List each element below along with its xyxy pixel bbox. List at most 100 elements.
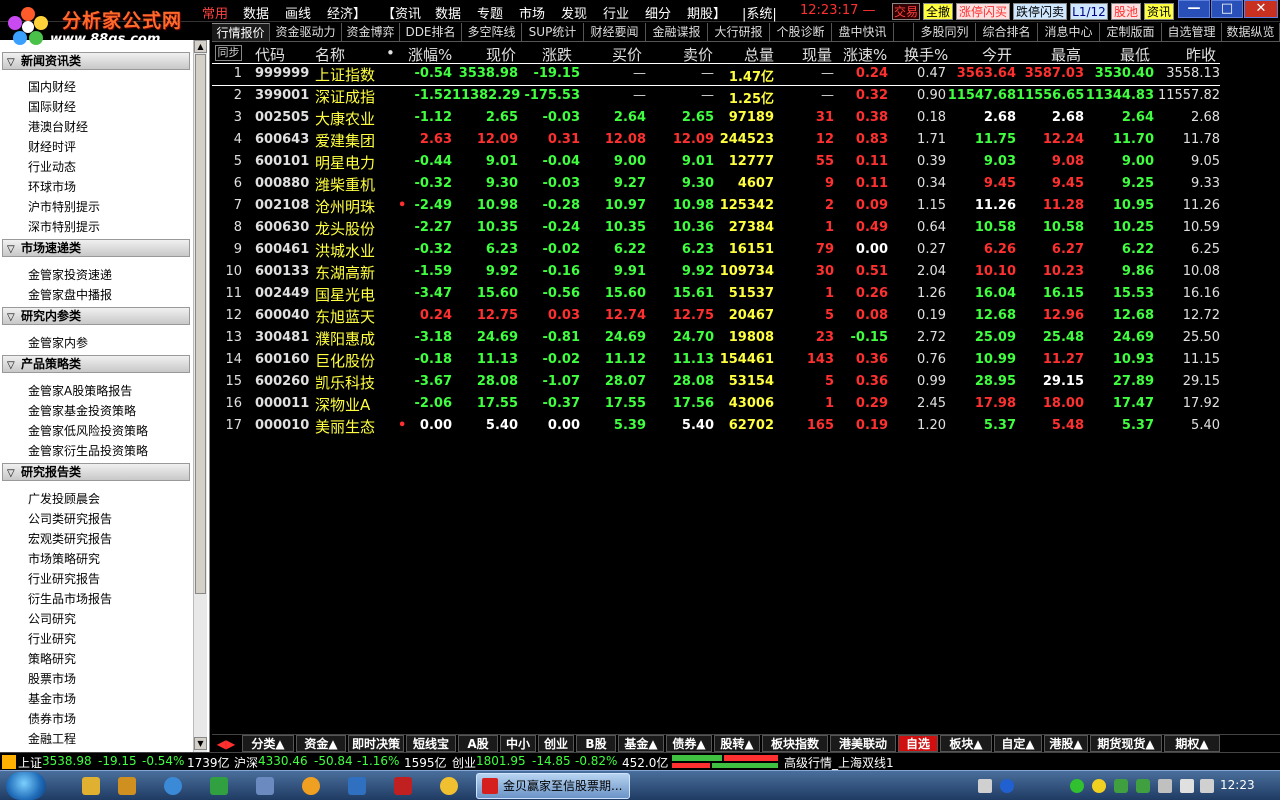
cell-chg-pct[interactable]: 0.00 <box>408 418 452 433</box>
cell-chg[interactable]: 0.00 <box>518 418 580 433</box>
tab-broker-research[interactable]: 大行研报 <box>708 23 770 41</box>
cell-speed[interactable]: 0.36 <box>834 374 888 389</box>
cell-ask[interactable]: — <box>646 88 714 103</box>
cell-chg-pct[interactable]: -0.32 <box>408 242 452 257</box>
cell-prev[interactable]: 16.16 <box>1154 286 1220 301</box>
cell-code[interactable]: 399001 <box>255 88 315 103</box>
cell-idx[interactable]: 4 <box>212 132 242 147</box>
cell-idx[interactable]: 10 <box>212 264 242 279</box>
cell-chg[interactable]: -175.53 <box>518 88 580 103</box>
cell-prev[interactable]: 9.05 <box>1154 154 1220 169</box>
cell-bid[interactable]: 17.55 <box>580 396 646 411</box>
cell-cur[interactable]: 9 <box>774 176 834 191</box>
cell-speed[interactable]: 0.09 <box>834 198 888 213</box>
cell-bid[interactable]: 10.35 <box>580 220 646 235</box>
cell-vol[interactable]: 27384 <box>714 220 774 235</box>
cell-chg[interactable]: 0.31 <box>518 132 580 147</box>
sidebar-item[interactable]: 策略研究 <box>28 650 76 667</box>
cell-idx[interactable]: 6 <box>212 176 242 191</box>
menu-item-economy[interactable]: 经济】 <box>327 3 366 22</box>
cell-price[interactable]: 9.01 <box>452 154 518 169</box>
cell-name[interactable]: 东旭蓝天 <box>315 306 395 327</box>
cell-name[interactable]: 潍柴重机 <box>315 174 395 195</box>
limit-up-buy-button[interactable]: 涨停闪买 <box>956 3 1010 20</box>
cell-chg-pct[interactable]: -0.54 <box>408 66 452 81</box>
col-header-code[interactable]: 代码 <box>255 44 285 65</box>
market-tab[interactable]: 板块▲ <box>940 735 992 752</box>
cell-chg[interactable]: -19.15 <box>518 66 580 81</box>
cell-code[interactable]: 002449 <box>255 286 315 301</box>
sidebar-item[interactable]: 金管家A股策略报告 <box>28 382 132 399</box>
cell-prev[interactable]: 17.92 <box>1154 396 1220 411</box>
menu-item-data[interactable]: 数据 <box>243 3 269 22</box>
close-button[interactable]: ✕ <box>1244 0 1278 18</box>
cell-chg[interactable]: 0.03 <box>518 308 580 323</box>
cell-open[interactable]: 3563.64 <box>946 66 1016 81</box>
cell-chg[interactable]: -0.81 <box>518 330 580 345</box>
sidebar-item[interactable]: 金融工程 <box>28 730 76 747</box>
cell-code[interactable]: 000011 <box>255 396 315 411</box>
tab-multi-stock[interactable]: 多股同列 <box>914 23 976 41</box>
cell-idx[interactable]: 5 <box>212 154 242 169</box>
cell-open[interactable]: 11.26 <box>946 198 1016 213</box>
col-header-price[interactable]: 现价 <box>486 44 516 65</box>
sidebar-item[interactable]: 金管家投资速递 <box>28 266 112 283</box>
cell-ask[interactable]: 9.30 <box>646 176 714 191</box>
cell-price[interactable]: 11.13 <box>452 352 518 367</box>
cell-speed[interactable]: 0.26 <box>834 286 888 301</box>
cell-price[interactable]: 9.92 <box>452 264 518 279</box>
cell-low[interactable]: 10.95 <box>1084 198 1154 213</box>
system-clock[interactable]: 12:23 <box>1220 778 1255 792</box>
col-header-turnover[interactable]: 换手% <box>904 44 948 65</box>
cell-ask[interactable]: 2.65 <box>646 110 714 125</box>
cell-prev[interactable]: 6.25 <box>1154 242 1220 257</box>
cell-turn[interactable]: 0.39 <box>888 154 946 169</box>
cell-open[interactable]: 25.09 <box>946 330 1016 345</box>
cell-low[interactable]: 12.68 <box>1084 308 1154 323</box>
cell-cur[interactable]: 1 <box>774 286 834 301</box>
app-icon[interactable] <box>210 777 228 795</box>
menu-item-data2[interactable]: 数据 <box>435 3 461 22</box>
cell-prev[interactable]: 3558.13 <box>1154 66 1220 81</box>
col-header-open[interactable]: 今开 <box>982 44 1012 65</box>
cell-turn[interactable]: 2.45 <box>888 396 946 411</box>
cell-name[interactable]: 上证指数 <box>315 64 395 85</box>
cell-chg-pct[interactable]: -3.18 <box>408 330 452 345</box>
col-header-low[interactable]: 最低 <box>1120 44 1150 65</box>
col-header-change-pct[interactable]: 涨幅% <box>408 44 452 65</box>
cell-low[interactable]: 11.70 <box>1084 132 1154 147</box>
cell-cur[interactable]: 55 <box>774 154 834 169</box>
cell-chg-pct[interactable]: -3.47 <box>408 286 452 301</box>
cell-vol[interactable]: 97189 <box>714 110 774 125</box>
cell-speed[interactable]: -0.15 <box>834 330 888 345</box>
sidebar-category-research-reports[interactable]: ▽ 研究报告类 <box>2 463 190 481</box>
cell-name[interactable]: 巨化股份 <box>315 350 395 371</box>
cell-turn[interactable]: 0.34 <box>888 176 946 191</box>
cell-turn[interactable]: 1.71 <box>888 132 946 147</box>
cell-chg-pct[interactable]: -1.59 <box>408 264 452 279</box>
cell-speed[interactable]: 0.08 <box>834 308 888 323</box>
cell-price[interactable]: 15.60 <box>452 286 518 301</box>
cell-vol[interactable]: 154461 <box>714 352 774 367</box>
sidebar-item[interactable]: 沪市特别提示 <box>28 198 100 215</box>
sidebar-item[interactable]: 金管家衍生品投资策略 <box>28 442 148 459</box>
tab-nav-arrows-icon[interactable]: ◀▶ <box>214 735 238 752</box>
cell-prev[interactable]: 11.26 <box>1154 198 1220 213</box>
menu-item-topic[interactable]: 专题 <box>477 3 503 22</box>
cell-speed[interactable]: 0.00 <box>834 242 888 257</box>
sidebar-item[interactable]: 广发投顾晨会 <box>28 490 100 507</box>
cell-idx[interactable]: 17 <box>212 418 242 433</box>
sidebar-item[interactable]: 金管家低风险投资策略 <box>28 422 148 439</box>
cell-bid[interactable]: 9.00 <box>580 154 646 169</box>
sync-button[interactable]: 同步 <box>215 45 242 61</box>
cell-high[interactable]: 5.48 <box>1016 418 1084 433</box>
server-status[interactable]: 高级行情_上海双线1 <box>784 754 894 771</box>
cell-ask[interactable]: 28.08 <box>646 374 714 389</box>
cell-idx[interactable]: 16 <box>212 396 242 411</box>
col-header-high[interactable]: 最高 <box>1051 44 1081 65</box>
cell-chg[interactable]: -0.16 <box>518 264 580 279</box>
menu-item-market[interactable]: 市场 <box>519 3 545 22</box>
cell-vol[interactable]: 1.47亿 <box>714 66 774 85</box>
cell-turn[interactable]: 0.47 <box>888 66 946 81</box>
cell-high[interactable]: 29.15 <box>1016 374 1084 389</box>
